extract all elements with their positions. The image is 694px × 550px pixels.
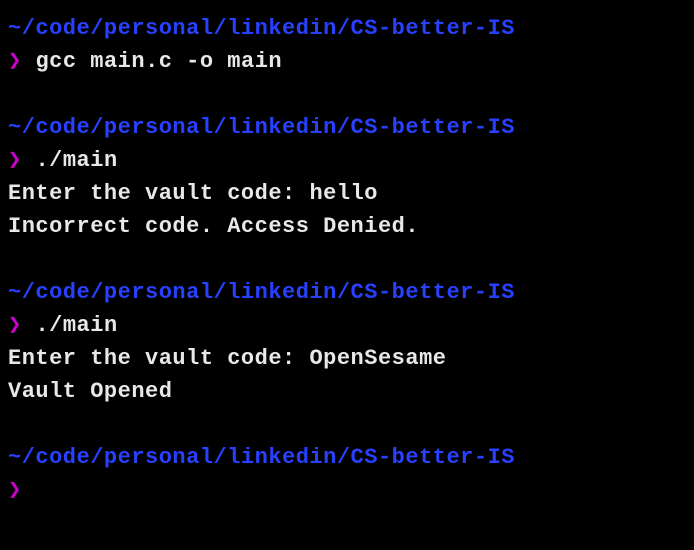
blank-line [8,408,686,441]
cwd-path: ~/code/personal/linkedin/CS-better-IS [8,111,686,144]
cwd-path: ~/code/personal/linkedin/CS-better-IS [8,441,686,474]
prompt-symbol: ❯ [8,49,22,74]
prompt-symbol: ❯ [8,313,22,338]
command-text: gcc main.c -o main [35,49,282,74]
prompt-line[interactable]: ❯ ./main [8,144,686,177]
blank-line [8,243,686,276]
terminal[interactable]: ~/code/personal/linkedin/CS-better-IS ❯ … [8,12,686,507]
cwd-path: ~/code/personal/linkedin/CS-better-IS [8,276,686,309]
output-line: Incorrect code. Access Denied. [8,210,686,243]
prompt-line[interactable]: ❯ gcc main.c -o main [8,45,686,78]
prompt-symbol: ❯ [8,148,22,173]
output-line: Enter the vault code: hello [8,177,686,210]
cwd-path: ~/code/personal/linkedin/CS-better-IS [8,12,686,45]
output-line: Enter the vault code: OpenSesame [8,342,686,375]
command-text: ./main [35,148,117,173]
prompt-line[interactable]: ❯ [8,474,686,507]
cursor [22,479,35,503]
command-text: ./main [35,313,117,338]
output-line: Vault Opened [8,375,686,408]
prompt-symbol: ❯ [8,478,22,503]
prompt-line[interactable]: ❯ ./main [8,309,686,342]
blank-line [8,78,686,111]
